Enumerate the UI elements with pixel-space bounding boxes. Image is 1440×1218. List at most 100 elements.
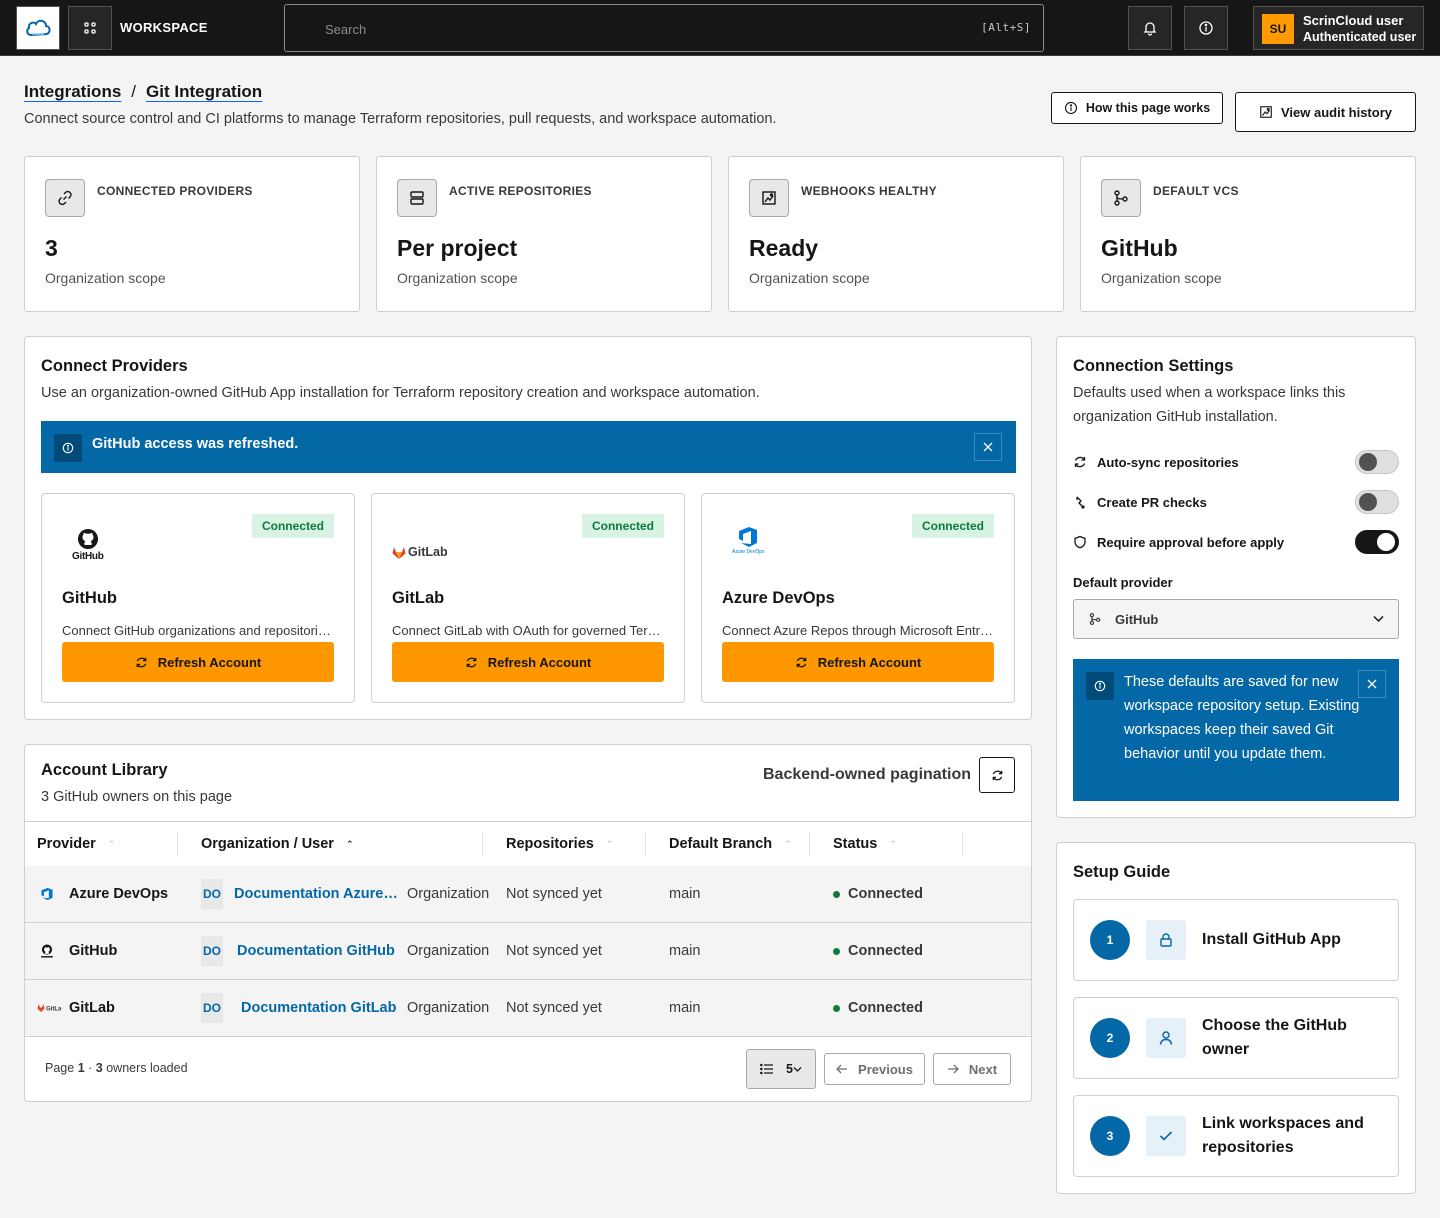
owners-loaded-label: owners loaded: [106, 1061, 188, 1075]
stat-card-active-repositories: ACTIVE REPOSITORIES Per project Organiza…: [376, 156, 712, 312]
sync-icon: [135, 656, 148, 669]
default-provider-select[interactable]: GitHub: [1073, 599, 1399, 639]
page-size-value: 5: [786, 1062, 793, 1076]
stat-scope: Organization scope: [45, 270, 166, 286]
account-library-subtitle: 3 GitHub owners on this page: [41, 789, 233, 805]
workspace-label: WORKSPACE: [120, 20, 208, 35]
organization-link[interactable]: Documentation GitLab: [241, 1000, 396, 1016]
status-badge: Connected: [911, 514, 994, 538]
stat-card-connected-providers: CONNECTED PROVIDERS 3 Organization scope: [24, 156, 360, 312]
account-library-title: Account Library: [41, 761, 168, 779]
pr-checks-switch[interactable]: [1355, 490, 1399, 514]
column-divider: [482, 832, 483, 856]
view-audit-history-button[interactable]: View audit history: [1235, 92, 1416, 132]
home-logo-button[interactable]: [16, 6, 60, 50]
owner-initials: DO: [201, 993, 223, 1023]
refresh-account-button[interactable]: Refresh Account: [392, 642, 664, 682]
provider-card-azure-devops: Connected Azure DevOps Azure DevOps Conn…: [701, 493, 1015, 703]
table-row[interactable]: Azure DevOps DO Documentation Azure DevO…: [25, 866, 1031, 923]
connect-providers-title: Connect Providers: [41, 357, 188, 375]
storage-icon: [397, 179, 437, 217]
step-label: Install GitHub App: [1202, 931, 1341, 948]
reload-table-button[interactable]: [979, 757, 1015, 793]
provider-name: GitLab: [69, 1000, 115, 1016]
column-divider: [645, 832, 646, 856]
selected-provider: GitHub: [1115, 611, 1159, 627]
global-search[interactable]: [Alt+S]: [284, 4, 1044, 52]
setup-step-1[interactable]: 1 Install GitHub App: [1073, 899, 1399, 981]
column-label: Provider: [37, 836, 96, 852]
refresh-account-button[interactable]: Refresh Account: [62, 642, 334, 682]
breadcrumb: Integrations / Git Integration: [24, 82, 262, 102]
user-name: ScrinCloud user: [1303, 13, 1404, 28]
user-menu[interactable]: SU ScrinCloud user Authenticated user: [1253, 6, 1424, 50]
column-header-organization[interactable]: Organization / User ⌃: [201, 822, 354, 866]
provider-description: Connect GitLab with OAuth for governed T…: [392, 623, 664, 638]
require-approval-switch[interactable]: [1355, 530, 1399, 554]
previous-label: Previous: [858, 1061, 913, 1077]
provider-description: Connect GitHub organizations and reposit…: [62, 623, 334, 638]
owner-type: Organization: [407, 886, 490, 902]
gitlab-logo: GitLab: [392, 532, 448, 572]
sort-ascending-icon: ⌃: [345, 838, 354, 849]
sort-icon: ⌃: [889, 838, 897, 849]
table-row[interactable]: GitHub DO Documentation GitHub Organizat…: [25, 923, 1031, 980]
status-dot: [833, 1004, 840, 1012]
app-switcher-button[interactable]: [68, 6, 112, 50]
connect-providers-panel: Connect Providers Use an organization-ow…: [24, 336, 1032, 720]
column-header-default-branch[interactable]: Default Branch ⌃: [669, 822, 792, 866]
provider-name: Azure DevOps: [722, 589, 835, 607]
setup-step-2[interactable]: 2 Choose the GitHub owner: [1073, 997, 1399, 1079]
provider-card-github: Connected GitHub GitHub Connect GitHub o…: [41, 493, 355, 703]
how-this-page-works-button[interactable]: How this page works: [1051, 92, 1223, 124]
column-header-provider[interactable]: Provider ⌃: [37, 822, 115, 866]
connection-settings-description: Defaults used when a workspace links thi…: [1073, 385, 1346, 425]
refresh-account-button[interactable]: Refresh Account: [722, 642, 994, 682]
search-input[interactable]: [325, 19, 925, 39]
stat-label: ACTIVE REPOSITORIES: [449, 184, 592, 198]
close-banner-button[interactable]: [974, 433, 1002, 461]
connect-providers-description: Use an organization-owned GitHub App ins…: [41, 385, 760, 401]
table-row[interactable]: GitLab GitLab DO Documentation GitLab Or…: [25, 980, 1031, 1037]
toggle-label: Require approval before apply: [1097, 534, 1285, 550]
breadcrumb-integrations-link[interactable]: Integrations: [24, 82, 121, 102]
organization-link[interactable]: Documentation Azure DevOps: [234, 886, 399, 902]
close-banner-button[interactable]: [1358, 670, 1386, 698]
stat-label: CONNECTED PROVIDERS: [97, 184, 253, 198]
repositories-value: Not synced yet: [506, 886, 602, 902]
column-header-repositories[interactable]: Repositories ⌃: [506, 822, 613, 866]
status-text: Connected: [848, 886, 923, 902]
setup-step-3[interactable]: 3 Link workspaces and repositories: [1073, 1095, 1399, 1177]
sync-icon: [465, 656, 478, 669]
arrow-left-icon: [836, 1064, 848, 1074]
github-logo-text: GitHub: [72, 551, 104, 562]
gitlab-logo-text: GitLab: [408, 545, 448, 559]
stat-scope: Organization scope: [397, 270, 518, 286]
azure-devops-icon: [39, 866, 55, 922]
close-icon: [1367, 679, 1377, 689]
organization-link[interactable]: Documentation GitHub: [237, 943, 395, 959]
how-button-label: How this page works: [1085, 101, 1211, 115]
status-cell: Connected: [833, 923, 923, 979]
stat-card-webhooks-healthy: WEBHOOKS HEALTHY Ready Organization scop…: [728, 156, 1064, 312]
provider-name: GitHub: [69, 943, 118, 959]
breadcrumb-current[interactable]: Git Integration: [146, 82, 262, 102]
help-button[interactable]: [1184, 6, 1228, 50]
stat-value: 3: [45, 235, 58, 261]
previous-page-button[interactable]: Previous: [824, 1053, 925, 1085]
gitlab-icon: GitLab: [37, 980, 61, 1036]
column-header-status[interactable]: Status ⌃: [833, 822, 897, 866]
next-page-button[interactable]: Next: [933, 1053, 1011, 1085]
auto-sync-switch[interactable]: [1355, 450, 1399, 474]
column-label: Default Branch: [669, 836, 773, 852]
branch-icon: [1101, 179, 1141, 217]
chevron-down-icon: [793, 1066, 802, 1073]
column-label: Repositories: [506, 836, 594, 852]
column-label: Status: [833, 836, 878, 852]
page-size-select[interactable]: 5: [746, 1049, 816, 1089]
refresh-button-label: Refresh Account: [157, 654, 262, 670]
stat-label: WEBHOOKS HEALTHY: [801, 184, 937, 198]
default-branch-value: main: [669, 943, 701, 959]
stat-scope: Organization scope: [749, 270, 870, 286]
notifications-button[interactable]: [1128, 6, 1172, 50]
